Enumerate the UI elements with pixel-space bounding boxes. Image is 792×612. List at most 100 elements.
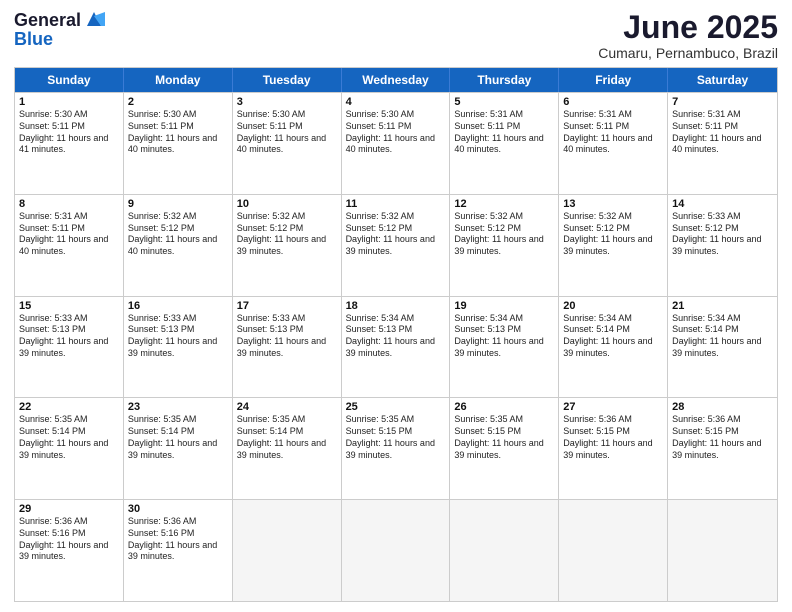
table-row: 18 Sunrise: 5:34 AMSunset: 5:13 PMDaylig… (342, 297, 451, 398)
table-row: 16 Sunrise: 5:33 AMSunset: 5:13 PMDaylig… (124, 297, 233, 398)
table-row: 7 Sunrise: 5:31 AMSunset: 5:11 PMDayligh… (668, 93, 777, 194)
table-row: 17 Sunrise: 5:33 AMSunset: 5:13 PMDaylig… (233, 297, 342, 398)
table-row: 8 Sunrise: 5:31 AMSunset: 5:11 PMDayligh… (15, 195, 124, 296)
calendar-row: 8 Sunrise: 5:31 AMSunset: 5:11 PMDayligh… (15, 194, 777, 296)
day-number: 1 (19, 96, 119, 108)
day-number: 29 (19, 503, 119, 515)
table-row (450, 500, 559, 601)
cell-info: Sunrise: 5:34 AMSunset: 5:13 PMDaylight:… (346, 313, 446, 360)
day-number: 7 (672, 96, 773, 108)
cell-info: Sunrise: 5:33 AMSunset: 5:12 PMDaylight:… (672, 211, 773, 258)
table-row: 25 Sunrise: 5:35 AMSunset: 5:15 PMDaylig… (342, 398, 451, 499)
day-number: 4 (346, 96, 446, 108)
day-number: 22 (19, 401, 119, 413)
day-number: 27 (563, 401, 663, 413)
table-row: 1 Sunrise: 5:30 AMSunset: 5:11 PMDayligh… (15, 93, 124, 194)
logo-blue: Blue (14, 30, 53, 48)
location: Cumaru, Pernambuco, Brazil (598, 45, 778, 61)
day-number: 17 (237, 300, 337, 312)
cell-info: Sunrise: 5:36 AMSunset: 5:15 PMDaylight:… (672, 414, 773, 461)
table-row: 10 Sunrise: 5:32 AMSunset: 5:12 PMDaylig… (233, 195, 342, 296)
table-row (233, 500, 342, 601)
header-tuesday: Tuesday (233, 68, 342, 92)
table-row: 20 Sunrise: 5:34 AMSunset: 5:14 PMDaylig… (559, 297, 668, 398)
calendar-row: 29 Sunrise: 5:36 AMSunset: 5:16 PMDaylig… (15, 499, 777, 601)
cell-info: Sunrise: 5:32 AMSunset: 5:12 PMDaylight:… (237, 211, 337, 258)
day-number: 26 (454, 401, 554, 413)
calendar-body: 1 Sunrise: 5:30 AMSunset: 5:11 PMDayligh… (15, 92, 777, 601)
table-row: 5 Sunrise: 5:31 AMSunset: 5:11 PMDayligh… (450, 93, 559, 194)
cell-info: Sunrise: 5:34 AMSunset: 5:14 PMDaylight:… (563, 313, 663, 360)
table-row: 14 Sunrise: 5:33 AMSunset: 5:12 PMDaylig… (668, 195, 777, 296)
table-row: 19 Sunrise: 5:34 AMSunset: 5:13 PMDaylig… (450, 297, 559, 398)
day-number: 19 (454, 300, 554, 312)
day-number: 14 (672, 198, 773, 210)
table-row: 9 Sunrise: 5:32 AMSunset: 5:12 PMDayligh… (124, 195, 233, 296)
table-row: 2 Sunrise: 5:30 AMSunset: 5:11 PMDayligh… (124, 93, 233, 194)
cell-info: Sunrise: 5:35 AMSunset: 5:14 PMDaylight:… (19, 414, 119, 461)
day-number: 10 (237, 198, 337, 210)
day-number: 21 (672, 300, 773, 312)
day-number: 24 (237, 401, 337, 413)
cell-info: Sunrise: 5:30 AMSunset: 5:11 PMDaylight:… (346, 109, 446, 156)
calendar-row: 15 Sunrise: 5:33 AMSunset: 5:13 PMDaylig… (15, 296, 777, 398)
day-number: 15 (19, 300, 119, 312)
cell-info: Sunrise: 5:32 AMSunset: 5:12 PMDaylight:… (563, 211, 663, 258)
cell-info: Sunrise: 5:35 AMSunset: 5:14 PMDaylight:… (237, 414, 337, 461)
day-number: 23 (128, 401, 228, 413)
cell-info: Sunrise: 5:34 AMSunset: 5:14 PMDaylight:… (672, 313, 773, 360)
table-row: 12 Sunrise: 5:32 AMSunset: 5:12 PMDaylig… (450, 195, 559, 296)
calendar-header: Sunday Monday Tuesday Wednesday Thursday… (15, 68, 777, 92)
cell-info: Sunrise: 5:31 AMSunset: 5:11 PMDaylight:… (19, 211, 119, 258)
title-block: June 2025 Cumaru, Pernambuco, Brazil (598, 10, 778, 61)
cell-info: Sunrise: 5:32 AMSunset: 5:12 PMDaylight:… (454, 211, 554, 258)
header-friday: Friday (559, 68, 668, 92)
day-number: 11 (346, 198, 446, 210)
day-number: 6 (563, 96, 663, 108)
table-row: 28 Sunrise: 5:36 AMSunset: 5:15 PMDaylig… (668, 398, 777, 499)
table-row: 30 Sunrise: 5:36 AMSunset: 5:16 PMDaylig… (124, 500, 233, 601)
day-number: 20 (563, 300, 663, 312)
cell-info: Sunrise: 5:30 AMSunset: 5:11 PMDaylight:… (237, 109, 337, 156)
day-number: 12 (454, 198, 554, 210)
day-number: 28 (672, 401, 773, 413)
calendar-row: 22 Sunrise: 5:35 AMSunset: 5:14 PMDaylig… (15, 397, 777, 499)
table-row: 22 Sunrise: 5:35 AMSunset: 5:14 PMDaylig… (15, 398, 124, 499)
cell-info: Sunrise: 5:31 AMSunset: 5:11 PMDaylight:… (454, 109, 554, 156)
day-number: 3 (237, 96, 337, 108)
table-row: 26 Sunrise: 5:35 AMSunset: 5:15 PMDaylig… (450, 398, 559, 499)
table-row (342, 500, 451, 601)
table-row: 24 Sunrise: 5:35 AMSunset: 5:14 PMDaylig… (233, 398, 342, 499)
header: General Blue June 2025 Cumaru, Pernambuc… (14, 10, 778, 61)
cell-info: Sunrise: 5:34 AMSunset: 5:13 PMDaylight:… (454, 313, 554, 360)
cell-info: Sunrise: 5:35 AMSunset: 5:14 PMDaylight:… (128, 414, 228, 461)
calendar: Sunday Monday Tuesday Wednesday Thursday… (14, 67, 778, 602)
cell-info: Sunrise: 5:30 AMSunset: 5:11 PMDaylight:… (19, 109, 119, 156)
calendar-row: 1 Sunrise: 5:30 AMSunset: 5:11 PMDayligh… (15, 92, 777, 194)
cell-info: Sunrise: 5:31 AMSunset: 5:11 PMDaylight:… (672, 109, 773, 156)
month-title: June 2025 (598, 10, 778, 45)
day-number: 18 (346, 300, 446, 312)
table-row: 3 Sunrise: 5:30 AMSunset: 5:11 PMDayligh… (233, 93, 342, 194)
table-row: 11 Sunrise: 5:32 AMSunset: 5:12 PMDaylig… (342, 195, 451, 296)
cell-info: Sunrise: 5:35 AMSunset: 5:15 PMDaylight:… (454, 414, 554, 461)
table-row: 6 Sunrise: 5:31 AMSunset: 5:11 PMDayligh… (559, 93, 668, 194)
header-sunday: Sunday (15, 68, 124, 92)
header-thursday: Thursday (450, 68, 559, 92)
cell-info: Sunrise: 5:33 AMSunset: 5:13 PMDaylight:… (128, 313, 228, 360)
day-number: 30 (128, 503, 228, 515)
table-row (559, 500, 668, 601)
cell-info: Sunrise: 5:32 AMSunset: 5:12 PMDaylight:… (346, 211, 446, 258)
day-number: 8 (19, 198, 119, 210)
table-row: 4 Sunrise: 5:30 AMSunset: 5:11 PMDayligh… (342, 93, 451, 194)
cell-info: Sunrise: 5:33 AMSunset: 5:13 PMDaylight:… (19, 313, 119, 360)
table-row (668, 500, 777, 601)
cell-info: Sunrise: 5:31 AMSunset: 5:11 PMDaylight:… (563, 109, 663, 156)
header-monday: Monday (124, 68, 233, 92)
table-row: 21 Sunrise: 5:34 AMSunset: 5:14 PMDaylig… (668, 297, 777, 398)
header-wednesday: Wednesday (342, 68, 451, 92)
day-number: 2 (128, 96, 228, 108)
logo: General Blue (14, 10, 105, 48)
day-number: 9 (128, 198, 228, 210)
day-number: 16 (128, 300, 228, 312)
